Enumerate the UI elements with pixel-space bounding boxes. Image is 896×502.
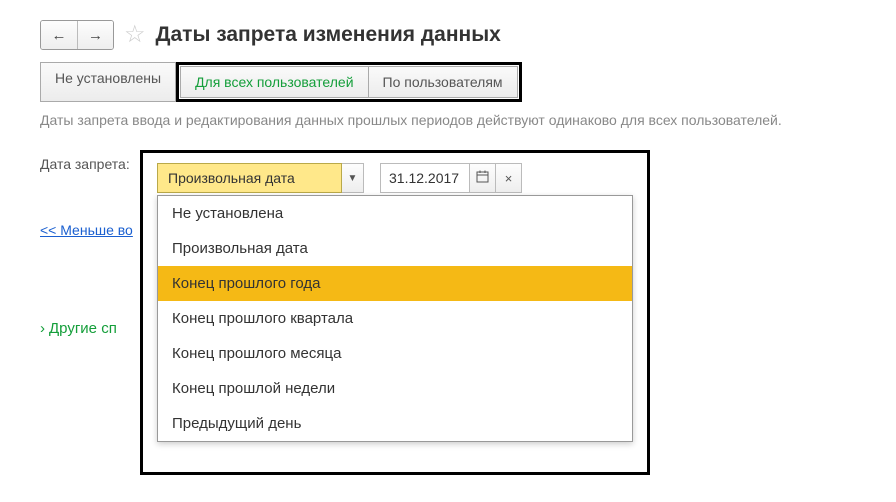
dd-item-end-last-week[interactable]: Конец прошлой недели xyxy=(158,371,632,406)
dd-item-not-set[interactable]: Не установлена xyxy=(158,196,632,231)
date-type-combo: Произвольная дата ▼ xyxy=(157,163,364,193)
other-modes-link[interactable]: ›Другие сп xyxy=(40,320,117,337)
tab-not-set[interactable]: Не установлены xyxy=(40,62,176,102)
tab-by-users[interactable]: По пользователям xyxy=(368,66,518,98)
less-options-link[interactable]: << Меньше во xyxy=(40,222,133,238)
dd-item-prev-day[interactable]: Предыдущий день xyxy=(158,406,632,441)
date-restrict-label: Дата запрета: xyxy=(40,156,130,172)
page-title: Даты запрета изменения данных xyxy=(156,23,501,47)
date-clear-button[interactable]: × xyxy=(496,163,522,193)
dd-item-arbitrary[interactable]: Произвольная дата xyxy=(158,231,632,266)
date-picker-button[interactable] xyxy=(470,163,496,193)
mode-tabs: Не установлены Для всех пользователей По… xyxy=(40,62,856,102)
description-text: Даты запрета ввода и редактирования данн… xyxy=(40,112,856,128)
arrow-right-icon: → xyxy=(88,27,103,44)
favorite-star-icon[interactable]: ☆ xyxy=(124,23,146,47)
nav-back-button[interactable]: ← xyxy=(41,21,77,49)
calendar-icon xyxy=(476,170,489,186)
tab-all-users[interactable]: Для всех пользователей xyxy=(180,66,368,98)
date-type-dropdown: Не установлена Произвольная дата Конец п… xyxy=(157,195,633,442)
dd-item-end-last-month[interactable]: Конец прошлого месяца xyxy=(158,336,632,371)
other-modes-label: Другие сп xyxy=(49,320,117,337)
nav-buttons: ← → xyxy=(40,20,114,50)
combo-dropdown-button[interactable]: ▼ xyxy=(342,163,364,193)
date-field: 31.12.2017 × xyxy=(380,163,522,193)
date-type-input[interactable]: Произвольная дата xyxy=(157,163,342,193)
arrow-left-icon: ← xyxy=(52,27,67,44)
nav-forward-button[interactable]: → xyxy=(77,21,113,49)
tabs-highlight-box: Для всех пользователей По пользователям xyxy=(176,62,521,102)
chevron-down-icon: ▼ xyxy=(348,173,358,184)
dd-item-end-last-year[interactable]: Конец прошлого года xyxy=(158,266,632,301)
dd-item-end-last-quarter[interactable]: Конец прошлого квартала xyxy=(158,301,632,336)
date-config-block: Произвольная дата ▼ 31.12.2017 × xyxy=(140,150,650,475)
chevron-right-icon: › xyxy=(40,320,45,337)
date-input[interactable]: 31.12.2017 xyxy=(380,163,470,193)
close-icon: × xyxy=(505,171,513,186)
